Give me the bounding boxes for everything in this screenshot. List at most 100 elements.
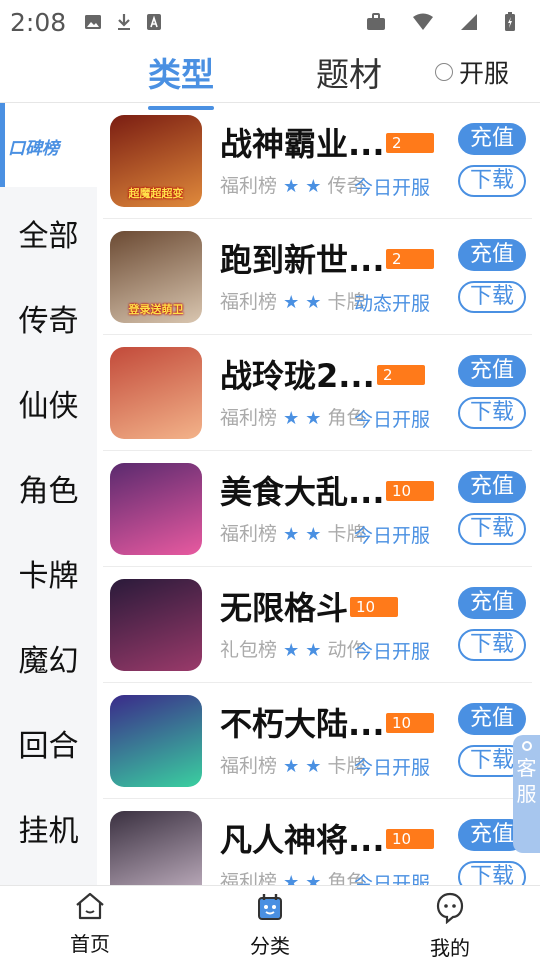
discount-badge: 10 [350, 597, 398, 617]
home-icon [76, 892, 104, 920]
charge-button[interactable]: 充值 [458, 587, 526, 619]
game-name: 美食大乱... [220, 473, 385, 511]
game-row[interactable]: 登录送萌卫 跑到新世... 2 福利榜 ★ ★ 卡牌 动态开服 充值 下载 [97, 219, 540, 335]
sidebar-item[interactable]: 卡牌 [0, 551, 97, 595]
nav-mine[interactable]: 我的 [400, 892, 500, 960]
status-bar: 2:08 [0, 0, 540, 44]
top-tabs: 类型 题材 开服 [0, 44, 540, 110]
tab-type[interactable]: 类型 [148, 48, 214, 110]
star-icon: ★ [305, 872, 322, 885]
game-tag-rank: 福利榜 [220, 871, 278, 885]
game-row[interactable]: 战玲珑2... 2 福利榜 ★ ★ 角色 今日开服 充值 下载 [97, 335, 540, 451]
download-button[interactable]: 下载 [458, 861, 526, 885]
star-icon: ★ [283, 524, 300, 545]
game-name: 战玲珑2... [220, 357, 375, 395]
star-icon: ★ [305, 176, 322, 197]
discount-badge: 10 [386, 713, 434, 733]
game-tags: 福利榜 ★ ★ 卡牌 [220, 287, 365, 314]
open-server-status: 动态开服 [354, 293, 431, 315]
open-server-status: 今日开服 [354, 177, 431, 199]
game-thumbnail[interactable] [110, 347, 202, 439]
game-row[interactable]: 不朽大陆... 10 福利榜 ★ ★ 卡牌 今日开服 充值 下载 [97, 683, 540, 799]
discount-badge: 10 [386, 829, 434, 849]
game-tags: 福利榜 ★ ★ 角色 [220, 403, 365, 430]
sidebar-item-reputation-label: 口碑榜 [8, 139, 59, 159]
game-thumbnail[interactable] [110, 695, 202, 787]
wifi-icon [412, 13, 434, 31]
sidebar-item[interactable]: 魔幻 [0, 636, 97, 680]
profile-icon [436, 892, 464, 925]
category-sidebar: 口碑榜 全部 传奇 仙侠 角色 卡牌 魔幻 回合 挂机 [0, 103, 97, 885]
charge-button[interactable]: 充值 [458, 355, 526, 387]
star-icon: ★ [283, 176, 300, 197]
game-tag-rank: 福利榜 [220, 291, 278, 313]
category-icon [258, 894, 282, 920]
open-server-status: 今日开服 [354, 525, 431, 547]
radio-icon[interactable] [435, 63, 453, 81]
charge-button[interactable]: 充值 [458, 471, 526, 503]
customer-service-button[interactable]: 客服 [513, 735, 540, 853]
game-row[interactable]: 超魔超超变 战神霸业... 2 福利榜 ★ ★ 传奇 今日开服 充值 下载 [97, 103, 540, 219]
game-row[interactable]: 凡人神将... 10 福利榜 ★ ★ 角色 今日开服 充值 下载 [97, 799, 540, 885]
open-server-label: 开服 [459, 59, 510, 88]
sidebar-item[interactable]: 传奇 [0, 296, 97, 340]
game-tags: 福利榜 ★ ★ 传奇 [220, 171, 365, 198]
game-tag-rank: 福利榜 [220, 523, 278, 545]
sidebar-item[interactable]: 角色 [0, 466, 97, 510]
nav-category[interactable]: 分类 [220, 892, 320, 959]
active-indicator [0, 103, 5, 187]
nav-home-label: 首页 [70, 932, 110, 956]
star-icon: ★ [305, 756, 322, 777]
open-server-toggle[interactable]: 开服 [435, 54, 509, 90]
customer-service-label: 客服 [516, 756, 537, 806]
nav-home[interactable]: 首页 [40, 892, 140, 957]
game-row[interactable]: 美食大乱... 10 福利榜 ★ ★ 卡牌 今日开服 充值 下载 [97, 451, 540, 567]
sidebar-item-active[interactable]: 口碑榜 [0, 103, 97, 187]
game-tag-rank: 礼包榜 [220, 639, 278, 661]
nav-mine-label: 我的 [430, 936, 470, 960]
gallery-icon [84, 13, 102, 31]
download-button[interactable]: 下载 [458, 397, 526, 429]
download-button[interactable]: 下载 [458, 629, 526, 661]
thumbnail-caption: 登录送萌卫 [128, 303, 184, 316]
game-thumbnail[interactable]: 登录送萌卫 [110, 231, 202, 323]
open-server-status: 今日开服 [354, 641, 431, 663]
sidebar-item[interactable]: 全部 [0, 211, 97, 255]
status-time: 2:08 [10, 7, 67, 37]
sidebar-item[interactable]: 挂机 [0, 806, 97, 850]
game-thumbnail[interactable] [110, 811, 202, 885]
discount-badge: 10 [386, 481, 434, 501]
game-row[interactable]: 无限格斗 10 礼包榜 ★ ★ 动作 今日开服 充值 下载 [97, 567, 540, 683]
work-profile-icon [366, 13, 386, 31]
game-name: 跑到新世... [220, 241, 385, 279]
game-tags: 礼包榜 ★ ★ 动作 [220, 635, 365, 662]
sidebar-item[interactable]: 仙侠 [0, 381, 97, 425]
tab-theme-label: 题材 [316, 55, 382, 94]
discount-badge: 2 [386, 249, 434, 269]
download-button[interactable]: 下载 [458, 165, 526, 197]
game-thumbnail[interactable] [110, 463, 202, 555]
game-name: 不朽大陆... [220, 705, 385, 743]
game-thumbnail[interactable] [110, 579, 202, 671]
game-tags: 福利榜 ★ ★ 卡牌 [220, 519, 365, 546]
game-name: 凡人神将... [220, 821, 385, 859]
star-icon: ★ [283, 292, 300, 313]
game-thumbnail[interactable]: 超魔超超变 [110, 115, 202, 207]
game-name: 无限格斗 [220, 589, 349, 627]
charge-button[interactable]: 充值 [458, 703, 526, 735]
star-icon: ★ [283, 872, 300, 885]
download-button[interactable]: 下载 [458, 513, 526, 545]
download-button[interactable]: 下载 [458, 281, 526, 313]
headset-icon [521, 741, 532, 751]
charge-button[interactable]: 充值 [458, 239, 526, 271]
open-server-status: 今日开服 [354, 873, 431, 885]
battery-icon [504, 12, 516, 32]
game-list: 超魔超超变 战神霸业... 2 福利榜 ★ ★ 传奇 今日开服 充值 下载 登录… [97, 103, 540, 885]
game-tag-rank: 福利榜 [220, 755, 278, 777]
charge-button[interactable]: 充值 [458, 123, 526, 155]
game-tag-rank: 福利榜 [220, 407, 278, 429]
tab-theme[interactable]: 题材 [316, 48, 382, 96]
star-icon: ★ [305, 640, 322, 661]
star-icon: ★ [283, 640, 300, 661]
sidebar-item[interactable]: 回合 [0, 721, 97, 765]
